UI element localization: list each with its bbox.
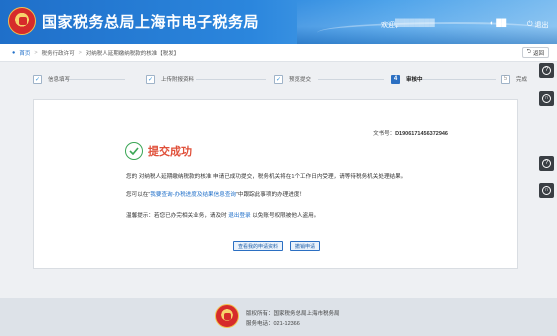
step-label: 审核中	[406, 77, 423, 83]
query-hint-prefix: 您可以在“	[126, 192, 151, 198]
breadcrumb-separator: >	[78, 49, 82, 56]
breadcrumb-separator: >	[34, 49, 38, 56]
step-label: 上传附报资料	[161, 77, 195, 83]
logout-tip: 温馨提示：若您已办完相关业务，请及时 退出登录 以免账号权限被他人盗用。	[126, 211, 319, 219]
step-connector	[65, 79, 125, 80]
step-4: 4 审核中	[391, 74, 423, 84]
site-title: 国家税务总局上海市电子税务局	[42, 14, 260, 31]
breadcrumb-level1[interactable]: 税务行政许可	[42, 49, 75, 57]
progress-query-link[interactable]: 我要查询-办税进度及结果信息查询	[150, 192, 236, 198]
welcome-username: ████████	[395, 20, 435, 27]
breadcrumb: ● 首页 > 税务行政许可 > 对纳税人延期缴纳税款的核准【税发】	[0, 44, 557, 62]
question-icon: ?	[542, 159, 551, 168]
step-label: 信息填写	[48, 77, 71, 83]
support-tool-button[interactable]: ∩	[539, 91, 554, 106]
view-application-button[interactable]: 查看我的申请资料	[233, 241, 284, 251]
question-icon: ?	[542, 66, 551, 75]
logout-tip-link[interactable]: 退出登录	[228, 213, 250, 219]
headset-icon: ∩	[542, 186, 551, 195]
check-circle-icon	[125, 142, 143, 160]
document-number-label: 文书号：	[373, 131, 396, 137]
query-hint-suffix: ”中跟踪此事项的办理进度！	[236, 192, 306, 198]
user-icon: ◐	[490, 20, 495, 27]
back-button[interactable]: ⮌ 返回	[521, 47, 549, 58]
document-number: 文书号：D1906171456372946	[373, 129, 448, 137]
site-footer: 版权所有：国家税务总局上海市税务局 服务电话：021-12366	[0, 298, 557, 336]
submit-message: 您的 对纳税人延期缴纳税款的核准 申请已成功提交，税务机关将在1个工作日内受理，…	[126, 174, 407, 180]
step-check-icon: ✓	[33, 74, 42, 84]
support-tool-button-2[interactable]: ∩	[539, 183, 554, 198]
step-3: ✓ 预览提交	[274, 74, 311, 84]
tax-emblem-logo	[8, 7, 36, 35]
step-check-icon: ✓	[146, 74, 155, 84]
success-banner: 提交成功	[125, 142, 192, 160]
result-card: 文书号：D1906171456372946 提交成功 您的 对纳税人延期缴纳税款…	[33, 99, 518, 269]
footer-copyright: 版权所有：国家税务总局上海市税务局	[246, 311, 340, 317]
step-1: ✓ 信息填写	[33, 74, 70, 84]
step-number: 4	[391, 74, 400, 84]
query-hint: 您可以在“我要查询-办税进度及结果信息查询”中跟踪此事项的办理进度！	[126, 190, 305, 198]
document-number-value: D1906171456372946	[395, 131, 448, 137]
step-label: 预览提交	[289, 77, 312, 83]
location-pin-icon: ●	[12, 49, 16, 56]
revoke-application-button[interactable]: 撤销申请	[290, 241, 321, 251]
back-arrow-icon: ⮌	[526, 49, 531, 55]
footer-phone: 服务电话：021-12366	[246, 321, 300, 327]
back-label: 返回	[532, 50, 544, 57]
step-5: 5 完成	[501, 74, 527, 84]
step-check-icon: ✓	[274, 74, 283, 84]
logout-label: 退出	[534, 22, 549, 29]
user-menu[interactable]: ◐ ██	[490, 20, 506, 27]
logout-tip-suffix: 以免账号权限被他人盗用。	[250, 213, 320, 219]
breadcrumb-current: 对纳税人延期缴纳税款的核准【税发】	[85, 50, 180, 57]
help-tool-button-2[interactable]: ?	[539, 156, 554, 171]
headset-icon: ∩	[542, 94, 551, 103]
help-tool-button[interactable]: ?	[539, 63, 554, 78]
step-label: 完成	[516, 77, 528, 83]
step-connector	[196, 79, 266, 80]
user-name-masked: ██	[496, 20, 507, 27]
logout-link[interactable]: ⏻ 退出	[527, 20, 549, 30]
logout-tip-prefix: 温馨提示：若您已办完相关业务，请及时	[126, 213, 229, 219]
progress-steps: ✓ 信息填写 ✓ 上传附报资料 ✓ 预览提交 4 审核中 5 完成	[0, 62, 536, 90]
step-2: ✓ 上传附报资料	[146, 74, 194, 84]
step-connector	[420, 79, 496, 80]
step-connector	[318, 79, 384, 80]
success-title: 提交成功	[148, 146, 192, 158]
step-number: 5	[501, 74, 510, 84]
breadcrumb-home[interactable]: 首页	[19, 49, 30, 57]
power-icon: ⏻	[527, 21, 533, 28]
footer-emblem-logo	[215, 304, 239, 328]
